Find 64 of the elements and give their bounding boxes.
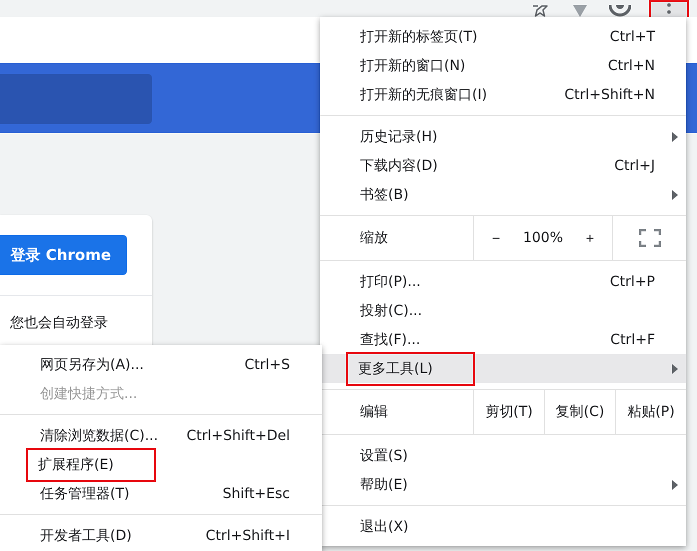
zoom-level: 100% [522,230,564,246]
menu-item-label: 扩展程序(E) [28,450,154,480]
menu-item[interactable]: 扩展程序(E) [0,450,322,479]
menu-item[interactable]: 打开新的窗口(N) Ctrl+N [320,51,686,80]
sign-in-button[interactable]: 登录 Chrome [0,235,127,275]
menu-item-label: 帮助(E) [360,476,408,494]
shortcut-label: Ctrl+J [614,158,655,174]
edit-action-button[interactable]: 剪切(T) [473,390,544,434]
menu-item-label: 任务管理器(T) [40,484,130,502]
menu-item-label: 投射(C)... [360,302,422,320]
submenu-arrow-icon [672,132,678,142]
edit-label: 编辑 [359,403,389,422]
shortcut-label: Shift+Esc [222,486,290,502]
menu-item-label: 历史记录(H) [360,128,438,146]
menu-item[interactable]: 下载内容(D) Ctrl+J [320,151,686,180]
menu-item[interactable]: 清除浏览数据(C)... Ctrl+Shift+Del [0,421,322,450]
shortcut-label: Ctrl+N [608,58,655,74]
menu-item-label: 查找(F)... [360,330,420,348]
menu-item-label: 书签(B) [360,186,409,204]
profile-icon[interactable] [609,5,631,17]
menu-item[interactable]: 历史记录(H) [320,122,686,151]
menu-item-label: 下载内容(D) [360,156,438,174]
shortcut-label: Ctrl+Shift+Del [186,428,290,444]
zoom-label: 缩放 [359,229,389,248]
menu-item[interactable]: 查找(F)... Ctrl+F [320,325,686,354]
menu-item-label: 清除浏览数据(C)... [40,426,158,444]
sign-in-note: 您也会自动登录 [0,295,152,332]
shortcut-label: Ctrl+P [610,274,655,290]
menu-item-label: 网页另存为(A)... [40,356,144,374]
menu-item-label: 设置(S) [360,446,408,464]
menu-item-label: 打开新的无痕窗口(I) [360,86,488,104]
menu-item-label: 创建快捷方式... [40,384,138,402]
menu-item[interactable]: 打开新的无痕窗口(I) Ctrl+Shift+N [320,80,686,109]
menu-item-label: 打印(P)... [360,272,421,290]
more-icon [667,3,671,17]
menu-item-label: 打开新的窗口(N) [360,56,466,74]
menu-item[interactable]: 网页另存为(A)... Ctrl+S [0,350,322,379]
fullscreen-icon[interactable] [638,229,660,247]
shortcut-label: Ctrl+F [610,332,655,348]
shortcut-label: Ctrl+S [244,356,290,372]
menu-item[interactable]: 开发者工具(D) Ctrl+Shift+I [0,521,322,550]
submenu-arrow-icon [672,364,678,374]
menu-item-label: 打开新的标签页(T) [360,28,478,46]
menu-item[interactable]: 投射(C)... [320,296,686,325]
menu-item[interactable]: 打印(P)... Ctrl+P [320,267,686,296]
submenu-arrow-icon [672,480,678,490]
zoom-in-button[interactable]: + [582,230,598,246]
menu-item[interactable]: 退出(X) [320,512,686,541]
edit-action-button[interactable]: 复制(C) [544,390,615,434]
shortcut-label: Ctrl+T [610,28,655,44]
menu-item[interactable]: 设置(S) [320,441,686,470]
menu-item[interactable]: 书签(B) [320,180,686,209]
submenu-arrow-icon [672,190,678,200]
zoom-out-button[interactable]: − [488,230,504,246]
edit-action-button[interactable]: 粘贴(P) [615,390,686,434]
menu-item[interactable]: 打开新的标签页(T) Ctrl+T [320,22,686,51]
menu-item-label: 开发者工具(D) [40,526,132,544]
shortcut-label: Ctrl+Shift+I [206,528,290,544]
shortcut-label: Ctrl+Shift+N [564,86,655,102]
menu-item-label: 退出(X) [360,518,409,536]
menu-item[interactable]: 任务管理器(T) Shift+Esc [0,479,322,508]
menu-item[interactable]: 帮助(E) [320,470,686,499]
menu-item[interactable]: 更多工具(L) [320,354,686,383]
menu-item-label: 更多工具(L) [348,354,473,384]
